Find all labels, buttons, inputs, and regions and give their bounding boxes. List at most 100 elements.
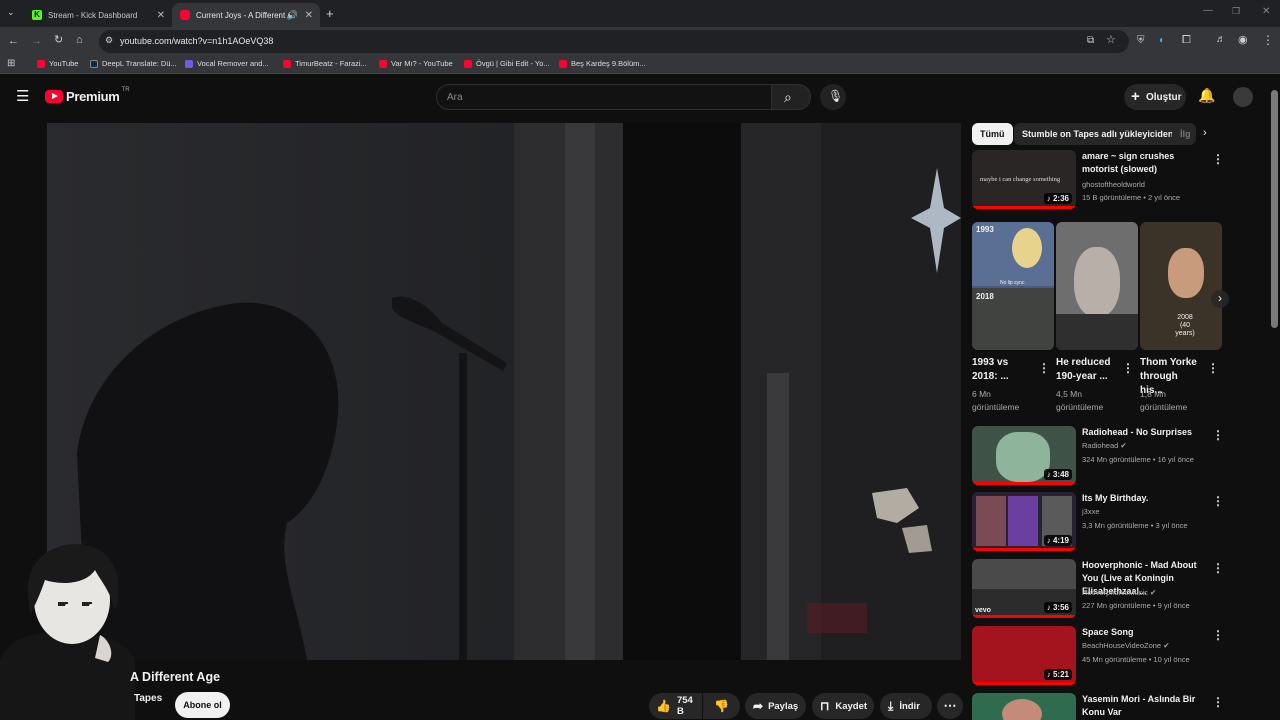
more-options-icon[interactable]: ⋮	[1212, 561, 1224, 575]
minimize-window-icon[interactable]: —	[1203, 6, 1213, 16]
channel-name[interactable]: HooverphonicMusic ✔	[1082, 588, 1156, 597]
save-button[interactable]: ⊓ Kaydet	[812, 693, 874, 719]
install-app-icon[interactable]: ⧉	[1087, 36, 1094, 46]
video-title[interactable]: Its My Birthday.	[1082, 492, 1210, 505]
short-title[interactable]: 1993 vs 2018: ...	[972, 356, 1032, 384]
chip-related[interactable]: İlg	[1172, 123, 1196, 145]
site-info-icon[interactable]: ⚙	[105, 36, 113, 45]
more-options-icon[interactable]: ⋮	[1212, 152, 1224, 166]
apps-grid-icon[interactable]: ⊞	[7, 59, 15, 69]
video-thumbnail[interactable]	[972, 693, 1076, 720]
new-tab-icon[interactable]: +	[326, 7, 334, 20]
subscribe-button[interactable]: Abone ol	[175, 692, 230, 718]
bookmark-vocal-remover[interactable]: Vocal Remover and...	[185, 59, 269, 68]
chips-next-chevron-icon[interactable]: ›	[1203, 128, 1207, 139]
media-control-icon[interactable]: ♬	[1216, 35, 1226, 45]
home-icon[interactable]: ⌂	[76, 35, 83, 46]
close-window-icon[interactable]: ✕	[1262, 7, 1270, 17]
video-thumbnail[interactable]: maybe i can change something ♪ 2:36	[972, 150, 1076, 209]
more-options-icon[interactable]: ⋮	[1212, 428, 1224, 442]
search-input[interactable]: Ara	[436, 84, 772, 110]
youtube-icon	[379, 59, 387, 68]
more-options-icon[interactable]: ⋮	[1122, 362, 1134, 374]
translate-extension-icon[interactable]: ◐	[1159, 36, 1165, 46]
share-button[interactable]: ➦ Paylaş	[745, 693, 806, 719]
channel-name[interactable]: BeachHouseVideoZone ✔	[1082, 641, 1169, 650]
video-thumbnail[interactable]: ♪ 3:48	[972, 426, 1076, 485]
more-options-icon[interactable]: ⋮	[1212, 695, 1224, 709]
close-tab-icon[interactable]: ✕	[157, 10, 165, 21]
voice-search-button[interactable]: 🎙	[820, 84, 846, 110]
video-title[interactable]: Yasemin Mori - Aslında Bir Konu Var	[1082, 693, 1210, 719]
list-item[interactable]: ♪ 4:19 Its My Birthday. j3xxe 3,3 Mn gör…	[972, 492, 1252, 556]
more-options-icon[interactable]: ⋮	[1212, 628, 1224, 642]
bookmark-deepl[interactable]: DeepL Translate: Dü...	[90, 59, 177, 68]
short-thumbnail[interactable]	[1056, 222, 1138, 350]
audio-playing-icon[interactable]: 🔊	[287, 10, 298, 21]
chip-from-uploader[interactable]: Stumble on Tapes adlı yükleyiciden	[1014, 123, 1182, 145]
bookmark-timurbeatz[interactable]: TimurBeatz - Farazi...	[283, 59, 367, 68]
duration-badge: ♪ 5:21	[1043, 669, 1072, 680]
hamburger-menu-icon[interactable]: ☰	[16, 89, 29, 104]
deepl-icon	[90, 59, 98, 68]
profile-icon[interactable]: ◉	[1238, 35, 1248, 46]
video-title[interactable]: Radiohead - No Surprises	[1082, 426, 1210, 439]
forward-icon[interactable]: →	[31, 36, 42, 47]
list-item[interactable]: ♪ 3:48 Radiohead - No Surprises Radiohea…	[972, 426, 1252, 490]
short-thumbnail[interactable]: 1993 No lip sync 2018	[972, 222, 1054, 350]
tab-search-chevron-icon[interactable]: ⌄	[7, 8, 15, 17]
short-caption: 2008 (40 years)	[1175, 314, 1195, 337]
channel-name[interactable]: j3xxe	[1082, 507, 1100, 516]
page-scrollbar[interactable]	[1271, 90, 1278, 328]
short-title[interactable]: He reduced 190-year ...	[1056, 356, 1116, 384]
notifications-bell-icon[interactable]: 🔔	[1198, 88, 1215, 102]
short-thumbnail[interactable]: 2008 (40 years)	[1140, 222, 1222, 350]
list-item[interactable]: vevo ♪ 3:56 Hooverphonic - Mad About You…	[972, 559, 1252, 623]
create-button[interactable]: + Oluştur	[1124, 84, 1186, 110]
avatar[interactable]	[1233, 87, 1253, 107]
video-meta: 227 Mn görüntüleme • 9 yıl önce	[1082, 601, 1190, 610]
youtube-logo[interactable]: Premium TR	[45, 87, 130, 104]
reload-icon[interactable]: ↻	[54, 35, 63, 46]
tab-kick-dashboard[interactable]: K Stream - Kick Dashboard ✕	[24, 3, 172, 27]
shield-extension-icon[interactable]: ⛨	[1137, 36, 1145, 46]
bookmark-star-icon[interactable]: ☆	[1106, 35, 1116, 46]
back-icon[interactable]: ←	[8, 36, 19, 47]
channel-name[interactable]: ghostoftheoldworld	[1082, 180, 1145, 189]
video-title[interactable]: amare ~ sign crushes motorist (slowed)	[1082, 150, 1210, 176]
video-thumbnail[interactable]: vevo ♪ 3:56	[972, 559, 1076, 618]
more-options-icon[interactable]: ⋮	[1212, 494, 1224, 508]
more-options-icon[interactable]: ⋮	[1038, 362, 1050, 374]
bookmark-youtube[interactable]: YouTube	[37, 59, 78, 68]
list-item[interactable]: maybe i can change something ♪ 2:36 amar…	[972, 150, 1252, 214]
more-options-icon[interactable]: ⋮	[1207, 362, 1219, 374]
address-bar[interactable]: ⚙ youtube.com/watch?v=n1h1AOeVQ38 ⧉ ☆	[99, 30, 1129, 53]
list-item[interactable]: ♪ 5:21 Space Song BeachHouseVideoZone ✔ …	[972, 626, 1252, 690]
youtube-icon	[37, 59, 45, 68]
bookmark-ovgu[interactable]: Övgü | Gibi Edit - Yo...	[464, 59, 550, 68]
close-tab-icon[interactable]: ✕	[305, 10, 313, 21]
dislike-button[interactable]: 👎	[703, 693, 740, 719]
chrome-menu-icon[interactable]: ⋮	[1262, 34, 1274, 46]
video-thumbnail[interactable]: ♪ 5:21	[972, 626, 1076, 685]
maximize-window-icon[interactable]: ❐	[1232, 7, 1240, 16]
chip-all[interactable]: Tümü	[972, 123, 1013, 145]
shorts-next-chevron-icon[interactable]: ›	[1211, 290, 1229, 308]
video-thumbnail[interactable]: ♪ 4:19	[972, 492, 1076, 551]
search-button[interactable]: ⌕	[771, 84, 811, 110]
extensions-puzzle-icon[interactable]: ⧠	[1182, 35, 1191, 46]
thumbnail-caption: maybe i can change something	[980, 176, 1061, 183]
tab-current-joys[interactable]: Current Joys - A Different A 🔊 ✕	[172, 3, 320, 27]
video-title[interactable]: Space Song	[1082, 626, 1210, 639]
logo-text: Premium	[66, 89, 120, 104]
download-button[interactable]: ⤓ İndir	[880, 693, 932, 719]
channel-name[interactable]: Tapes	[134, 693, 162, 704]
url-text[interactable]: youtube.com/watch?v=n1h1AOeVQ38	[120, 36, 273, 46]
list-item[interactable]: Yasemin Mori - Aslında Bir Konu Var ⋮	[972, 693, 1252, 720]
video-player[interactable]	[47, 123, 961, 660]
more-actions-button[interactable]: ⋯	[937, 693, 963, 719]
bookmark-bes-kardes[interactable]: Beş Kardeş 9.Bölüm...	[559, 59, 646, 68]
like-button[interactable]: 👍 754 B	[649, 693, 702, 719]
channel-name[interactable]: Radiohead ✔	[1082, 441, 1127, 450]
bookmark-var-mi[interactable]: Var Mı? - YouTube	[379, 59, 453, 68]
